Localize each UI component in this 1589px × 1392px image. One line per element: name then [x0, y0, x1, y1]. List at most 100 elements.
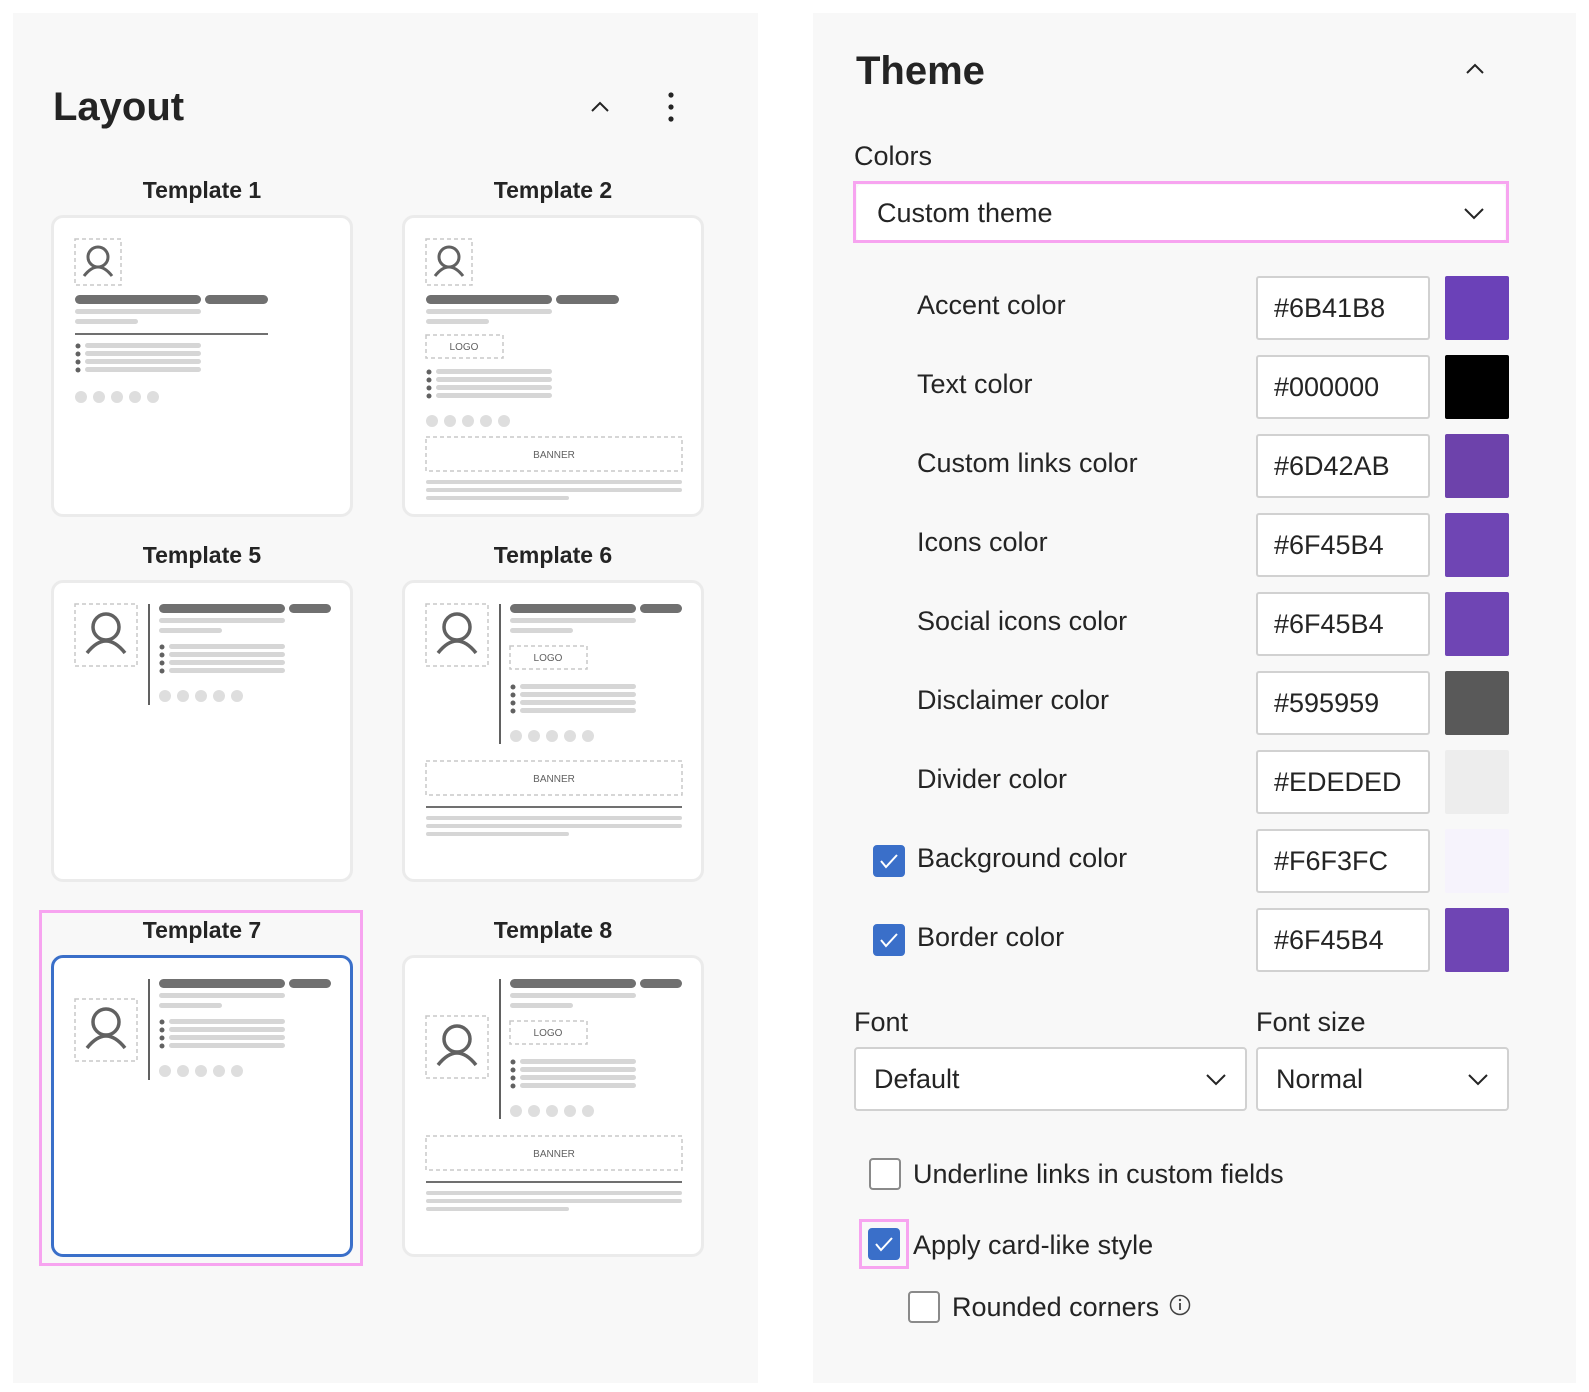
template-8-thumbnail: LOGO BANNER	[425, 979, 683, 1211]
color-row: Social icons color #6F45B4	[813, 592, 1576, 656]
chevron-down-icon	[1206, 1074, 1226, 1086]
underline-links-checkbox[interactable]	[869, 1158, 901, 1190]
color-hex-input[interactable]: #595959	[1256, 671, 1430, 735]
person-icon	[85, 1007, 127, 1050]
theme-panel: Theme Colors Custom theme Accent color #6…	[813, 13, 1576, 1383]
info-icon	[1169, 1294, 1191, 1316]
checkmark-icon	[875, 1237, 893, 1252]
template-6-thumbnail: LOGO BANNER	[425, 603, 683, 836]
template-label: Template 5	[142, 542, 262, 568]
banner-placeholder-text: BANNER	[533, 1149, 575, 1160]
colors-label: Colors	[854, 141, 933, 171]
card-style-checkbox[interactable]	[868, 1228, 900, 1260]
color-row: Border color #6F45B4	[813, 908, 1576, 972]
template-label: Template 2	[493, 177, 613, 203]
banner-placeholder-text: BANNER	[533, 450, 575, 461]
person-icon	[85, 612, 127, 655]
template-card-8[interactable]: LOGO BANNER	[402, 955, 704, 1257]
template-card-1[interactable]	[51, 215, 353, 517]
colors-dropdown-value: Custom theme	[877, 197, 1053, 228]
template-2-thumbnail: LOGO BANNER	[425, 238, 683, 500]
template-card-7[interactable]	[51, 955, 353, 1257]
color-row-label: Social icons color	[917, 606, 1128, 636]
logo-placeholder-text: LOGO	[534, 1028, 563, 1039]
color-row: Divider color #EDEDED	[813, 750, 1576, 814]
color-hex-input[interactable]: #6F45B4	[1256, 908, 1430, 972]
rounded-corners-checkbox[interactable]	[908, 1291, 940, 1323]
font-dropdown[interactable]: Default	[854, 1047, 1247, 1111]
color-hex-input[interactable]: #F6F3FC	[1256, 829, 1430, 893]
person-icon	[82, 245, 114, 277]
checkmark-icon	[880, 933, 898, 948]
colors-dropdown[interactable]: Custom theme	[857, 185, 1505, 241]
color-row-label: Border color	[917, 922, 1065, 952]
color-hex-input[interactable]: #EDEDED	[1256, 750, 1430, 814]
color-swatch[interactable]	[1445, 750, 1509, 814]
template-label: Template 6	[493, 542, 613, 568]
color-swatch[interactable]	[1445, 434, 1509, 498]
color-row: Custom links color #6D42AB	[813, 434, 1576, 498]
color-row-label: Text color	[917, 369, 1033, 399]
person-icon	[436, 1024, 478, 1067]
color-swatch[interactable]	[1445, 671, 1509, 735]
color-hex-input[interactable]: #6D42AB	[1256, 434, 1430, 498]
banner-placeholder-text: BANNER	[533, 774, 575, 785]
color-row-label: Disclaimer color	[917, 685, 1110, 715]
color-swatch[interactable]	[1445, 829, 1509, 893]
color-swatch[interactable]	[1445, 592, 1509, 656]
font-size-dropdown-value: Normal	[1276, 1063, 1364, 1094]
color-row-checkbox[interactable]	[873, 924, 905, 956]
font-label: Font	[854, 1007, 909, 1037]
card-style-label: Apply card-like style	[913, 1230, 1154, 1260]
color-hex-input[interactable]: #000000	[1256, 355, 1430, 419]
template-label: Template 1	[142, 177, 262, 203]
color-row-label: Icons color	[917, 527, 1048, 557]
underline-links-label: Underline links in custom fields	[913, 1159, 1284, 1189]
logo-placeholder-text: LOGO	[450, 342, 479, 353]
more-options-button[interactable]	[651, 87, 691, 127]
logo-placeholder-text: LOGO	[534, 653, 563, 664]
chevron-up-icon	[1466, 63, 1484, 74]
font-dropdown-value: Default	[874, 1063, 960, 1094]
theme-title: Theme	[856, 49, 985, 93]
person-icon	[433, 245, 465, 277]
person-icon	[436, 612, 478, 655]
template-7-thumbnail	[74, 979, 331, 1080]
template-label: Template 8	[493, 917, 613, 943]
color-row: Accent color #6B41B8	[813, 276, 1576, 340]
template-1-thumbnail	[74, 238, 268, 403]
color-hex-input[interactable]: #6F45B4	[1256, 513, 1430, 577]
color-row-label: Background color	[917, 843, 1128, 873]
color-hex-input[interactable]: #6B41B8	[1256, 276, 1430, 340]
color-row: Icons color #6F45B4	[813, 513, 1576, 577]
color-swatch[interactable]	[1445, 355, 1509, 419]
color-row: Disclaimer color #595959	[813, 671, 1576, 735]
more-vertical-icon	[668, 92, 674, 122]
layout-panel: Layout Template 1 Template 2 LOGO BANNER…	[13, 13, 758, 1383]
checkmark-icon	[880, 854, 898, 869]
color-swatch[interactable]	[1445, 908, 1509, 972]
color-hex-input[interactable]: #6F45B4	[1256, 592, 1430, 656]
color-row-label: Divider color	[917, 764, 1068, 794]
collapse-theme-button[interactable]	[1455, 49, 1495, 89]
font-size-label: Font size	[1256, 1007, 1366, 1037]
color-row: Background color #F6F3FC	[813, 829, 1576, 893]
color-row: Text color #000000	[813, 355, 1576, 419]
template-card-6[interactable]: LOGO BANNER	[402, 580, 704, 882]
color-row-label: Custom links color	[917, 448, 1138, 478]
chevron-up-icon	[591, 101, 609, 112]
color-swatch[interactable]	[1445, 276, 1509, 340]
rounded-corners-info-button[interactable]	[1169, 1294, 1191, 1316]
template-card-5[interactable]	[51, 580, 353, 882]
rounded-corners-label: Rounded corners	[952, 1292, 1160, 1322]
template-5-thumbnail	[74, 603, 331, 705]
color-row-checkbox[interactable]	[873, 845, 905, 877]
template-label: Template 7	[142, 917, 262, 943]
collapse-layout-button[interactable]	[580, 87, 620, 127]
chevron-down-icon	[1468, 1074, 1488, 1086]
chevron-down-icon	[1464, 208, 1484, 220]
color-row-label: Accent color	[917, 290, 1066, 320]
color-swatch[interactable]	[1445, 513, 1509, 577]
template-card-2[interactable]: LOGO BANNER	[402, 215, 704, 517]
font-size-dropdown[interactable]: Normal	[1256, 1047, 1509, 1111]
